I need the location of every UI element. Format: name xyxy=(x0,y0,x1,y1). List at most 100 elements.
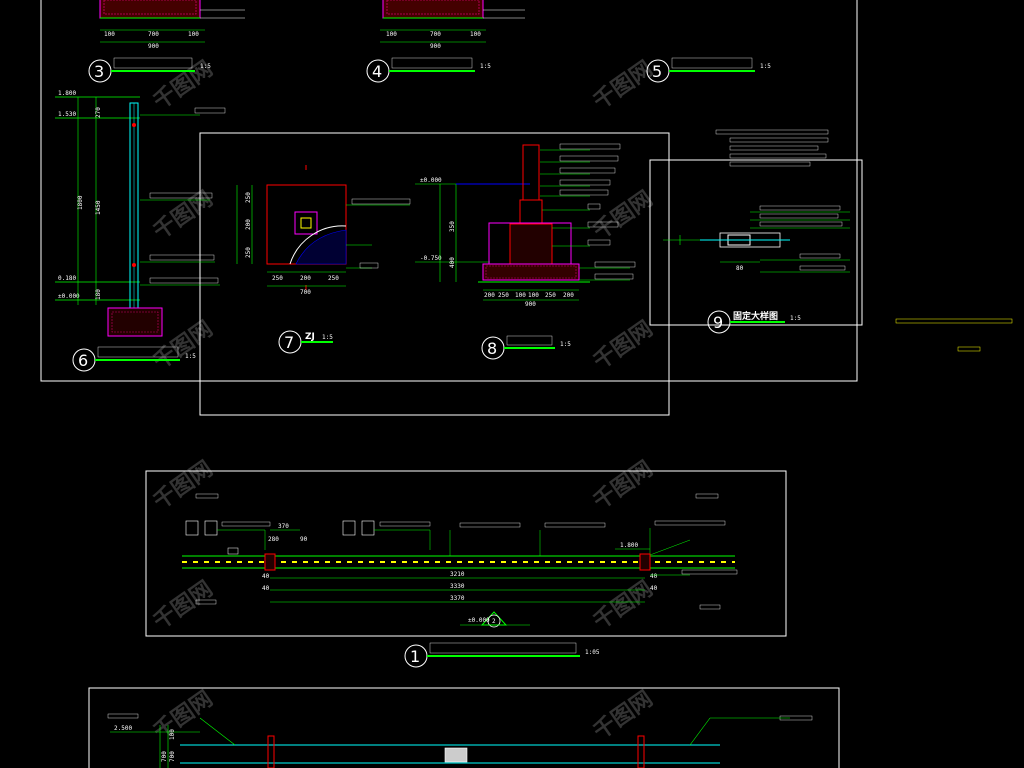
detail-number: 1 xyxy=(410,647,420,666)
dim-text: 100 xyxy=(515,292,526,299)
watermark-layer: 千图网 千图网 千图网 千图网 千图网 千图网 千图网 千图网 千图网 千图网 … xyxy=(149,57,657,745)
dim-text: 3330 xyxy=(450,583,465,590)
detail-scale: 1:5 xyxy=(790,315,801,322)
dim-text: 370 xyxy=(278,523,289,530)
post-marker xyxy=(639,553,651,571)
detail-number: 4 xyxy=(372,62,382,81)
elevation-text: 0.180 xyxy=(58,275,76,282)
watermark: 千图网 xyxy=(589,317,657,375)
detail-number: 6 xyxy=(78,351,88,370)
dim-text: 900 xyxy=(525,301,536,308)
detail-number: 5 xyxy=(652,62,662,81)
elevation-text: ±0.000 xyxy=(58,293,80,300)
footing-block xyxy=(482,263,580,281)
dim-text: 40 xyxy=(650,585,658,592)
detail-number: 9 xyxy=(713,313,723,332)
dim-text: 100 xyxy=(169,729,176,740)
dim-text: 200 xyxy=(300,275,311,282)
dim-text: 700 xyxy=(161,751,168,762)
plan-1-frame xyxy=(145,470,787,637)
dim-text: 700 xyxy=(430,31,441,38)
dim-text: 900 xyxy=(148,43,159,50)
detail-9-frame xyxy=(649,159,863,326)
detail-label: ZJ xyxy=(305,332,315,342)
watermark: 千图网 xyxy=(149,687,217,745)
dim-text: 200 xyxy=(245,219,252,230)
dim-text: 100 xyxy=(386,31,397,38)
side-notes xyxy=(895,318,1013,352)
dim-text: 700 xyxy=(169,751,176,762)
dim-text: 100 xyxy=(188,31,199,38)
dim-text: 200 xyxy=(484,292,495,299)
dim-text: 40 xyxy=(262,573,270,580)
detail-scale: 1:5 xyxy=(185,353,196,360)
dim-text: 700 xyxy=(148,31,159,38)
dim-text: 3370 xyxy=(450,595,465,602)
dim-text: 250 xyxy=(245,247,252,258)
elevation-text: 1.800 xyxy=(58,90,76,97)
dim-text: 90 xyxy=(300,536,308,543)
dim-text: 200 xyxy=(563,292,574,299)
detail-5: 5 1:5 xyxy=(646,57,771,83)
detail-scale: 1:5 xyxy=(760,63,771,70)
dim-text: 250 xyxy=(272,275,283,282)
elevation-text: -0.750 xyxy=(420,255,442,262)
dim-text: 900 xyxy=(430,43,441,50)
dim-text: 700 xyxy=(300,289,311,296)
general-notes xyxy=(715,129,829,167)
elevation-text: ±0.000 xyxy=(420,177,442,184)
detail-scale: 1:5 xyxy=(322,334,333,341)
watermark: 千图网 xyxy=(589,57,657,115)
detail-number: 7 xyxy=(284,333,294,352)
dim-text: 3210 xyxy=(450,571,465,578)
watermark: 千图网 xyxy=(149,457,217,515)
top-sheet-frame xyxy=(40,0,858,382)
dim-text: 100 xyxy=(470,31,481,38)
detail-scale: 1:5 xyxy=(480,63,491,70)
elevation-text: 2.500 xyxy=(114,725,132,732)
dim-text: 250 xyxy=(245,192,252,203)
watermark: 千图网 xyxy=(149,577,217,635)
dim-text: 100 xyxy=(528,292,539,299)
detail-4: 100 700 100 900 4 1:5 xyxy=(366,0,525,83)
dim-text: 250 xyxy=(545,292,556,299)
column-section xyxy=(522,144,540,201)
center-marker xyxy=(444,747,468,763)
plan-1: 370 280 90 1.800 3210 3330 3370 40 40 40… xyxy=(182,493,738,668)
detail-3: 100 700 100 900 3 1:5 xyxy=(88,0,245,83)
dim-text: 1800 xyxy=(77,195,84,210)
cad-drawing-canvas: 千图网 千图网 千图网 千图网 千图网 千图网 千图网 千图网 千图网 千图网 … xyxy=(40,0,1013,768)
detail-7: 200 250 250 250 200 250 700 7 ZJ 1:5 xyxy=(236,165,411,354)
post-marker xyxy=(264,553,276,571)
elevation-text: ±0.000 xyxy=(468,617,490,624)
dim-text: 400 xyxy=(449,257,456,268)
dim-text: 250 xyxy=(328,275,339,282)
elevation-text: 1.800 xyxy=(620,542,638,549)
dim-text: 1450 xyxy=(95,200,102,215)
detail-scale: 1:5 xyxy=(560,341,571,348)
dim-text: 80 xyxy=(736,265,744,272)
detail-label: 固定大样图 xyxy=(733,310,778,322)
watermark: 千图网 xyxy=(589,687,657,745)
watermark: 千图网 xyxy=(589,457,657,515)
detail-scale: 1:05 xyxy=(585,649,600,656)
dim-text: 350 xyxy=(449,221,456,232)
dim-text: 250 xyxy=(498,292,509,299)
dim-text: 270 xyxy=(95,107,102,118)
dim-text: 100 xyxy=(104,31,115,38)
watermark: 千图网 xyxy=(589,187,657,245)
detail-8: ±0.000 -0.750 350 400 200 250 100 100 25… xyxy=(415,143,636,360)
detail-number: 8 xyxy=(487,339,497,358)
footing-block xyxy=(99,0,201,19)
watermark: 千图网 xyxy=(589,577,657,635)
dim-text: 180 xyxy=(95,289,102,300)
elevation-text: 1.530 xyxy=(58,111,76,118)
watermark: 千图网 xyxy=(149,187,217,245)
detail-scale: 1:5 xyxy=(200,63,211,70)
bottom-section: 2.500 700 700 100 xyxy=(107,713,813,768)
dim-text: 280 xyxy=(268,536,279,543)
dim-text: 40 xyxy=(262,585,270,592)
section-marker-number: 2 xyxy=(492,618,496,625)
detail-number: 3 xyxy=(94,62,104,81)
dim-text: 40 xyxy=(650,573,658,580)
